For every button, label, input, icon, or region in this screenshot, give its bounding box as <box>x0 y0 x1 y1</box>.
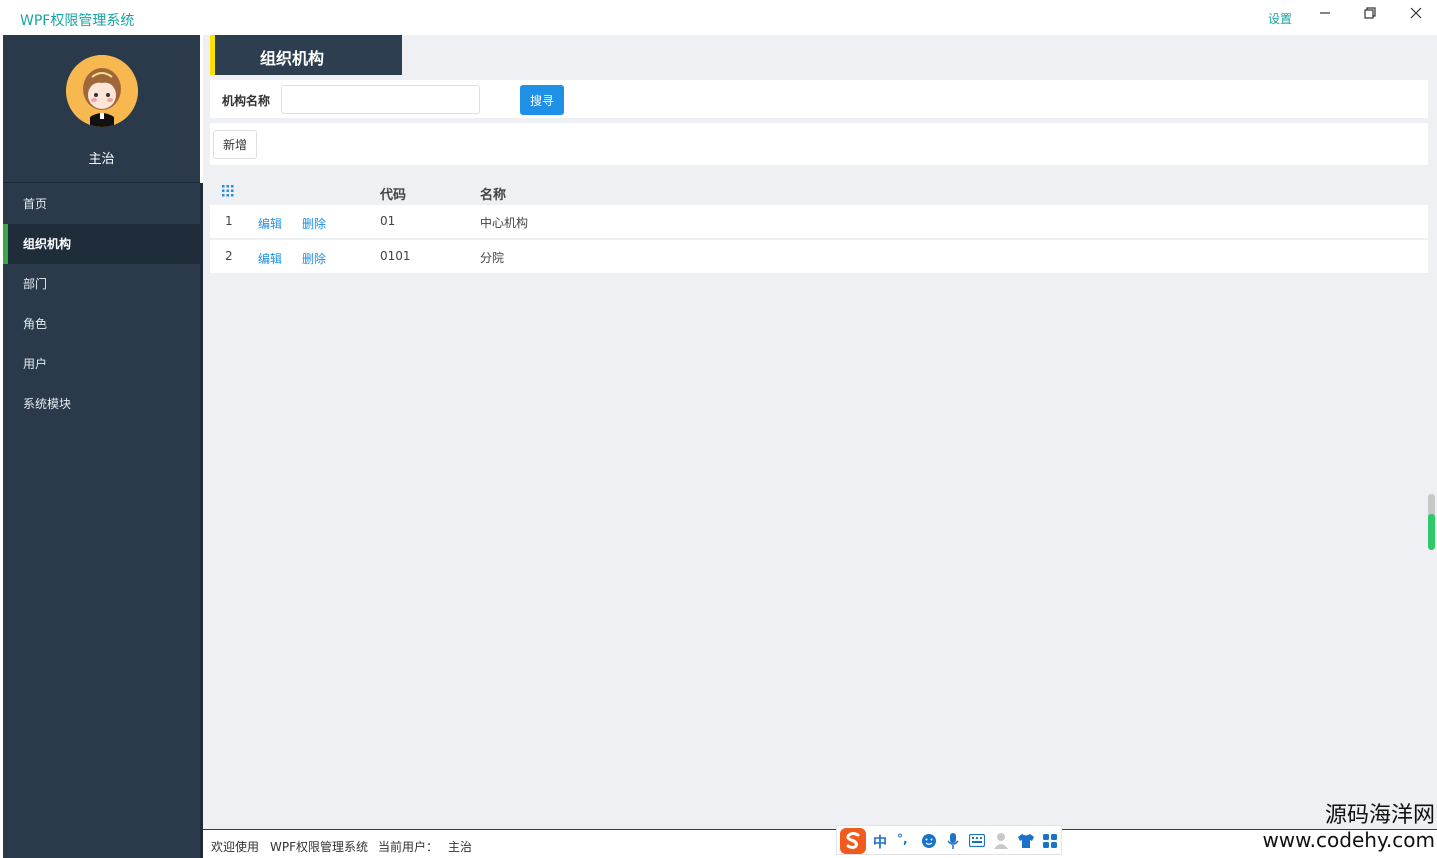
edit-link[interactable]: 编辑 <box>258 250 282 267</box>
keyboard-icon[interactable] <box>969 834 985 847</box>
row-index: 1 <box>225 214 233 228</box>
add-button[interactable]: 新增 <box>213 130 257 159</box>
scroll-indicator[interactable] <box>1428 494 1435 550</box>
restore-button[interactable] <box>1355 4 1385 28</box>
avatar-image <box>66 55 138 127</box>
close-button[interactable] <box>1401 4 1431 28</box>
delete-link[interactable]: 删除 <box>302 215 326 232</box>
user-name: 主治 <box>88 152 115 167</box>
status-current-user: 主治 <box>448 840 473 854</box>
status-welcome: 欢迎使用 <box>211 840 260 854</box>
main-content: 组织机构 机构名称 搜寻 新增 代码 名称 1 编辑 删除 01 中心机构 2 … <box>203 35 1437 829</box>
sidebar-item-organization[interactable]: 组织机构 <box>3 224 200 264</box>
minimize-button[interactable] <box>1310 4 1340 28</box>
edit-link[interactable]: 编辑 <box>258 215 282 232</box>
sidebar-item-system-module[interactable]: 系统模块 <box>3 384 200 424</box>
sidebar-nav: 首页 组织机构 部门 角色 用户 系统模块 <box>3 184 200 424</box>
cell-name: 分院 <box>480 251 505 265</box>
settings-link[interactable]: 设置 <box>1268 10 1292 27</box>
toolbox-icon[interactable] <box>1042 833 1058 849</box>
column-header-code[interactable]: 代码 <box>380 184 406 203</box>
watermark-url: www.codehy.com <box>1262 828 1435 852</box>
sidebar-item-home[interactable]: 首页 <box>3 184 200 224</box>
avatar[interactable] <box>66 55 138 127</box>
table-header: 代码 名称 <box>210 177 1428 205</box>
watermark: 源码海洋网 www.codehy.com <box>1230 803 1435 851</box>
user-profile: 主治 <box>3 35 200 183</box>
close-icon <box>1410 7 1422 19</box>
sidebar-item-role[interactable]: 角色 <box>3 304 200 344</box>
page-header: 组织机构 <box>210 35 402 75</box>
sidebar-item-user[interactable]: 用户 <box>3 344 200 384</box>
app-title: WPF权限管理系统 <box>20 13 135 29</box>
org-table: 代码 名称 1 编辑 删除 01 中心机构 2 编辑 删除 0101 分院 <box>210 177 1428 275</box>
sogou-logo-icon <box>840 828 866 854</box>
restore-icon <box>1364 7 1376 19</box>
org-name-search-input[interactable] <box>281 85 480 114</box>
user-icon[interactable] <box>994 832 1008 849</box>
status-current-user-label: 当前用户： <box>378 840 439 854</box>
status-app-name: WPF权限管理系统 <box>270 840 369 854</box>
cell-code: 0101 <box>380 249 411 263</box>
row-index: 2 <box>225 249 233 263</box>
grid-menu-icon[interactable] <box>222 185 234 197</box>
search-button[interactable]: 搜寻 <box>520 85 564 115</box>
toolbar: 新增 <box>210 123 1428 165</box>
search-label: 机构名称 <box>222 94 271 108</box>
delete-link[interactable]: 删除 <box>302 250 326 267</box>
ime-toolbar[interactable]: 中 °, <box>836 825 1062 855</box>
minimize-icon <box>1320 12 1330 14</box>
emoji-icon[interactable] <box>921 833 937 849</box>
search-bar: 机构名称 搜寻 <box>210 80 1428 118</box>
skin-icon[interactable] <box>1017 833 1035 849</box>
watermark-title: 源码海洋网 <box>1324 803 1435 828</box>
column-header-name[interactable]: 名称 <box>480 184 506 203</box>
ime-mode[interactable]: 中 <box>873 832 887 852</box>
sidebar-item-department[interactable]: 部门 <box>3 264 200 304</box>
sidebar: 主治 首页 组织机构 部门 角色 用户 系统模块 <box>3 35 203 858</box>
cell-name: 中心机构 <box>480 216 529 230</box>
cell-code: 01 <box>380 214 396 228</box>
table-row[interactable]: 2 编辑 删除 0101 分院 <box>210 240 1428 273</box>
ime-punctuation[interactable]: °, <box>897 832 908 846</box>
microphone-icon[interactable] <box>946 832 960 850</box>
title-bar: WPF权限管理系统 设置 <box>0 0 1437 34</box>
table-row[interactable]: 1 编辑 删除 01 中心机构 <box>210 205 1428 238</box>
page-title: 组织机构 <box>260 49 325 68</box>
